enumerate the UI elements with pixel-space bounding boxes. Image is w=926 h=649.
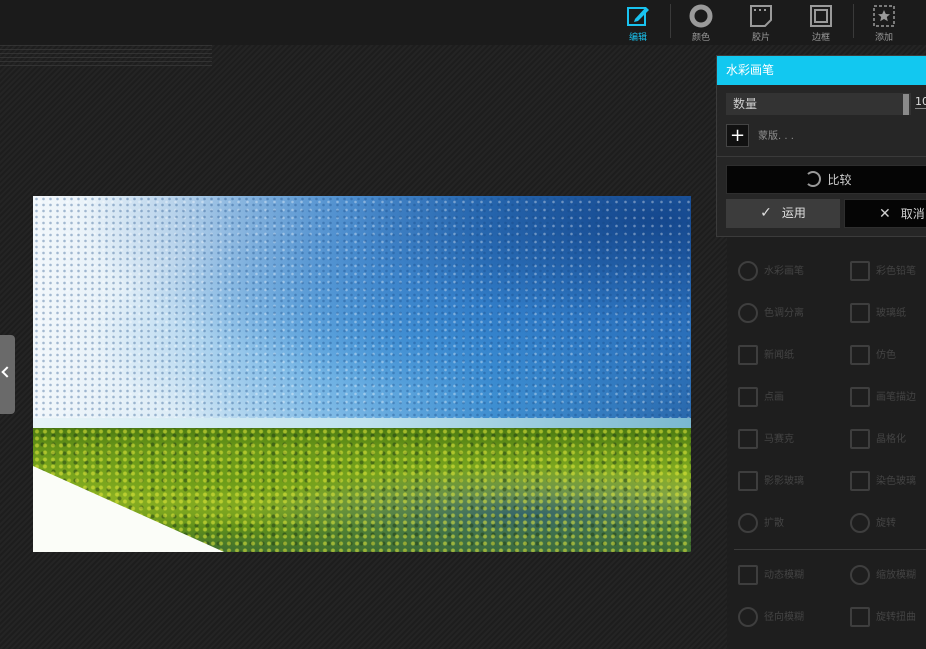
compare-icon bbox=[805, 171, 822, 187]
mask-label[interactable]: 蒙版. . . bbox=[758, 127, 794, 142]
brush-stroke-icon bbox=[850, 387, 870, 407]
effects-divider bbox=[734, 549, 926, 550]
tab-color[interactable]: 颜色 bbox=[671, 0, 731, 45]
crystallize-icon bbox=[850, 429, 870, 449]
mask-add-button[interactable]: + bbox=[726, 124, 749, 147]
effect-item[interactable]: 晶格化 bbox=[850, 428, 926, 452]
effect-item[interactable]: 影影玻璃 bbox=[738, 470, 850, 494]
amount-value-input[interactable]: 10 bbox=[915, 95, 926, 109]
effect-item[interactable]: 径向模糊 bbox=[738, 606, 850, 630]
panel-title: 水彩画笔 bbox=[717, 56, 926, 85]
photo-sky bbox=[33, 196, 691, 428]
drop-icon bbox=[738, 261, 758, 281]
effect-item[interactable]: 扩散 bbox=[738, 512, 850, 536]
apply-button[interactable]: ✓ 运用 bbox=[726, 199, 840, 228]
stipple-icon bbox=[738, 387, 758, 407]
amount-label: 数量 bbox=[733, 97, 758, 111]
posterize-icon bbox=[738, 303, 758, 323]
tab-film-label: 胶片 bbox=[751, 33, 770, 43]
watercolor-panel: 水彩画笔 数量 10 + 蒙版. . . 比较 ✓ 运用 ✕ 取消 bbox=[716, 55, 926, 237]
effect-item[interactable]: 染色玻璃 bbox=[850, 470, 926, 494]
effect-item[interactable]: 旋转 bbox=[850, 512, 926, 536]
compare-label: 比较 bbox=[827, 173, 852, 187]
tab-film[interactable]: 胶片 bbox=[731, 0, 791, 45]
motion-blur-icon bbox=[738, 565, 758, 585]
tab-color-label: 颜色 bbox=[691, 33, 710, 43]
diffuse-icon bbox=[738, 513, 758, 533]
effect-item[interactable]: 水彩画笔 bbox=[738, 260, 850, 284]
effect-item[interactable]: 彩色铅笔 bbox=[850, 260, 926, 284]
tab-edit-label: 编辑 bbox=[628, 33, 647, 43]
effect-item[interactable]: 缩放模糊 bbox=[850, 564, 926, 588]
compare-button[interactable]: 比较 bbox=[726, 165, 926, 194]
radial-blur-icon bbox=[738, 607, 758, 627]
frame-icon bbox=[810, 5, 832, 27]
newspaper-icon bbox=[738, 345, 758, 365]
chevron-left-icon bbox=[1, 366, 13, 378]
decorative-stripes bbox=[0, 45, 212, 67]
film-icon bbox=[750, 5, 772, 27]
effect-item[interactable]: 点画 bbox=[738, 386, 850, 410]
effect-item[interactable]: 动态模糊 bbox=[738, 564, 850, 588]
tab-add[interactable]: 添加 bbox=[854, 0, 914, 45]
cancel-label: 取消 bbox=[900, 207, 925, 221]
apply-label: 运用 bbox=[781, 206, 806, 220]
effect-item[interactable]: 马赛克 bbox=[738, 428, 850, 452]
check-icon: ✓ bbox=[760, 205, 772, 221]
stained-glass-icon bbox=[850, 471, 870, 491]
panel-divider bbox=[717, 156, 926, 157]
effect-item[interactable]: 玻璃纸 bbox=[850, 302, 926, 326]
tab-frame-label: 边框 bbox=[811, 33, 830, 43]
zoom-blur-icon bbox=[850, 565, 870, 585]
add-sticker-icon bbox=[873, 5, 895, 27]
photo-canvas[interactable] bbox=[33, 196, 691, 552]
tab-frame[interactable]: 边框 bbox=[791, 0, 851, 45]
effect-item[interactable]: 色调分离 bbox=[738, 302, 850, 326]
tab-edit[interactable]: 编辑 bbox=[608, 0, 668, 45]
effect-item[interactable]: 画笔描边 bbox=[850, 386, 926, 410]
cancel-button[interactable]: ✕ 取消 bbox=[844, 199, 926, 228]
shadow-glass-icon bbox=[738, 471, 758, 491]
color-ring-icon bbox=[689, 4, 713, 28]
pencil-icon bbox=[850, 261, 870, 281]
tab-add-label: 添加 bbox=[874, 33, 893, 43]
collapse-panel-button[interactable] bbox=[0, 335, 15, 414]
glass-icon bbox=[850, 303, 870, 323]
effect-item[interactable]: 新闻纸 bbox=[738, 344, 850, 368]
swirl-icon bbox=[850, 607, 870, 627]
mosaic-icon bbox=[738, 429, 758, 449]
twirl-icon bbox=[850, 513, 870, 533]
amount-slider-handle[interactable] bbox=[903, 94, 909, 115]
top-toolbar: 编辑 颜色 胶片 边框 添加 bbox=[0, 0, 926, 67]
effect-item[interactable]: 旋转扭曲 bbox=[850, 606, 926, 630]
close-icon: ✕ bbox=[879, 206, 891, 222]
effect-item[interactable]: 仿色 bbox=[850, 344, 926, 368]
amount-slider[interactable]: 数量 bbox=[726, 93, 911, 115]
dither-icon bbox=[850, 345, 870, 365]
edit-icon bbox=[627, 7, 649, 26]
